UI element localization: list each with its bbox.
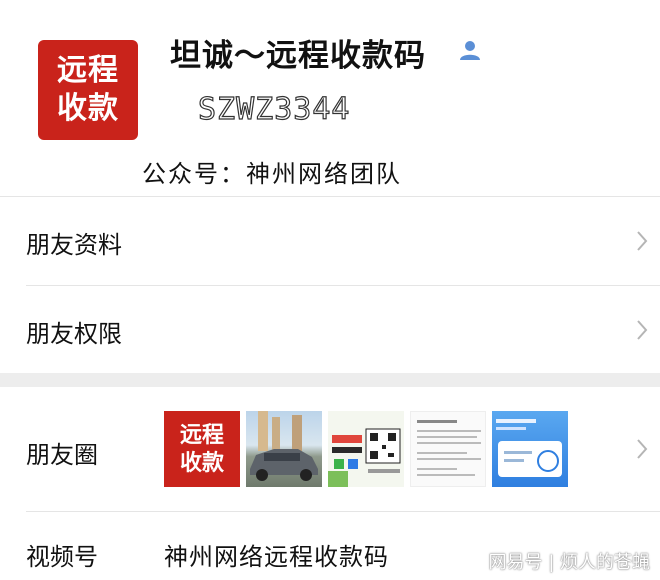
avatar-line2: 收款 [57,91,119,126]
moment-thumb-document[interactable] [410,411,486,487]
row-friend-permissions[interactable]: 朋友权限 [0,286,660,373]
app-screen-image [496,419,562,477]
chevron-right-icon [637,439,648,459]
row-label: 朋友资料 [26,231,122,259]
chevron-right-icon [637,320,648,340]
moment-thumb-qr-poster[interactable] [328,411,404,487]
row-label: 视频号 [26,543,98,571]
car-image [250,411,318,481]
channels-name[interactable]: 神州网络远程收款码 [164,537,389,572]
avatar[interactable]: 远程 收款 [38,40,138,140]
section-gap [0,373,660,387]
profile-header: 远程 收款 坦诚～远程收款码 SZWZ3344 公众号：神州网络团队 [0,0,660,196]
qr-poster-image [328,411,404,487]
moment-thumb-car-photo[interactable] [246,411,322,487]
row-friend-info[interactable]: 朋友资料 [0,197,660,285]
moments-thumbnails[interactable]: 远程 收款 [164,411,568,487]
row-label: 朋友圈 [26,441,98,469]
official-account[interactable]: 公众号：神州网络团队 [142,154,402,189]
contact-name: 坦诚～远程收款码 [170,38,426,74]
thumb-line1: 远程 [179,422,224,448]
avatar-line1: 远程 [57,53,119,88]
watermark: 网易号 | 烦人的苍蝇 [488,552,650,573]
moment-thumb-logo[interactable]: 远程 收款 [164,411,240,487]
moment-thumb-app-screen[interactable] [492,411,568,487]
document-image [417,420,481,476]
user-icon [460,41,480,60]
chevron-right-icon [637,231,648,251]
wechat-id: SZWZ3344 [197,91,351,127]
thumb-line2: 收款 [179,450,224,476]
row-label: 朋友权限 [26,320,122,348]
